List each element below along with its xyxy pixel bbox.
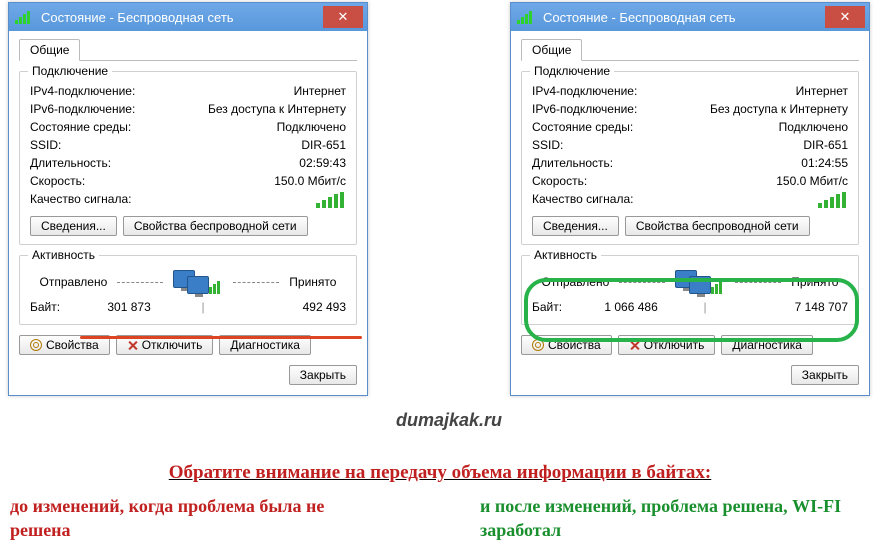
group-title: Подключение [530, 64, 614, 78]
group-title: Активность [28, 248, 99, 262]
titlebar[interactable]: Состояние - Беспроводная сеть ✕ [9, 3, 367, 31]
annotation-headline: Обратите внимание на передачу объема инф… [0, 462, 880, 484]
speed-label: Скорость: [532, 174, 587, 188]
connection-group: Подключение IPv4-подключение:Интернет IP… [521, 71, 859, 245]
duration-label: Длительность: [532, 156, 613, 170]
ipv6-label: IPv6-подключение: [30, 102, 135, 116]
bytes-sent-value: 301 873 [60, 300, 198, 314]
ssid-value: DIR-651 [301, 138, 346, 152]
speed-label: Скорость: [30, 174, 85, 188]
ipv6-label: IPv6-подключение: [532, 102, 637, 116]
tab-general[interactable]: Общие [521, 39, 582, 61]
disconnect-icon [127, 340, 138, 351]
annotation-green-circle [524, 278, 859, 342]
sent-label: Отправлено [40, 275, 108, 289]
ssid-label: SSID: [30, 138, 61, 152]
bytes-label: Байт: [30, 300, 60, 314]
media-label: Состояние среды: [532, 120, 633, 134]
watermark-text: dumajkak.ru [396, 410, 502, 431]
media-label: Состояние среды: [30, 120, 131, 134]
bytes-recv-value: 492 493 [208, 300, 346, 314]
media-value: Подключено [779, 120, 848, 134]
annotation-red-underline [80, 336, 362, 339]
close-icon[interactable]: ✕ [825, 6, 865, 28]
ipv4-label: IPv4-подключение: [30, 84, 135, 98]
quality-label: Качество сигнала: [532, 192, 633, 208]
signal-quality-icon [316, 192, 346, 208]
window-title: Состояние - Беспроводная сеть [543, 10, 821, 25]
ipv4-value: Интернет [294, 84, 346, 98]
ssid-value: DIR-651 [803, 138, 848, 152]
close-button[interactable]: Закрыть [791, 365, 859, 385]
details-button[interactable]: Сведения... [30, 216, 117, 236]
speed-value: 150.0 Мбит/с [776, 174, 848, 188]
group-title: Подключение [28, 64, 112, 78]
details-button[interactable]: Сведения... [532, 216, 619, 236]
close-icon[interactable]: ✕ [323, 6, 363, 28]
gear-icon [30, 339, 42, 351]
close-button[interactable]: Закрыть [289, 365, 357, 385]
ipv4-label: IPv4-подключение: [532, 84, 637, 98]
duration-label: Длительность: [30, 156, 111, 170]
tabs: Общие [19, 39, 357, 61]
ipv6-value: Без доступа к Интернету [208, 102, 346, 116]
connection-group: Подключение IPv4-подключение:Интернет IP… [19, 71, 357, 245]
titlebar[interactable]: Состояние - Беспроводная сеть ✕ [511, 3, 869, 31]
divider [117, 282, 163, 283]
speed-value: 150.0 Мбит/с [274, 174, 346, 188]
media-value: Подключено [277, 120, 346, 134]
ipv6-value: Без доступа к Интернету [710, 102, 848, 116]
annotation-sub-right: и после изменений, проблема решена, WI-F… [480, 494, 860, 543]
duration-value: 01:24:55 [801, 156, 848, 170]
duration-value: 02:59:43 [299, 156, 346, 170]
divider [233, 282, 279, 283]
monitors-icon [173, 270, 223, 294]
signal-quality-icon [818, 192, 848, 208]
window-title: Состояние - Беспроводная сеть [41, 10, 319, 25]
ssid-label: SSID: [532, 138, 563, 152]
quality-label: Качество сигнала: [30, 192, 131, 208]
activity-group: Активность Отправлено Принято Байт: 301 … [19, 255, 357, 325]
wifi-props-button[interactable]: Свойства беспроводной сети [123, 216, 308, 236]
signal-icon [517, 10, 535, 24]
ipv4-value: Интернет [796, 84, 848, 98]
recv-label: Принято [289, 275, 336, 289]
tab-general[interactable]: Общие [19, 39, 80, 61]
tabs: Общие [521, 39, 859, 61]
annotation-sub-left: до изменений, когда проблема была не реш… [10, 494, 360, 543]
wifi-props-button[interactable]: Свойства беспроводной сети [625, 216, 810, 236]
signal-icon [15, 10, 33, 24]
group-title: Активность [530, 248, 601, 262]
